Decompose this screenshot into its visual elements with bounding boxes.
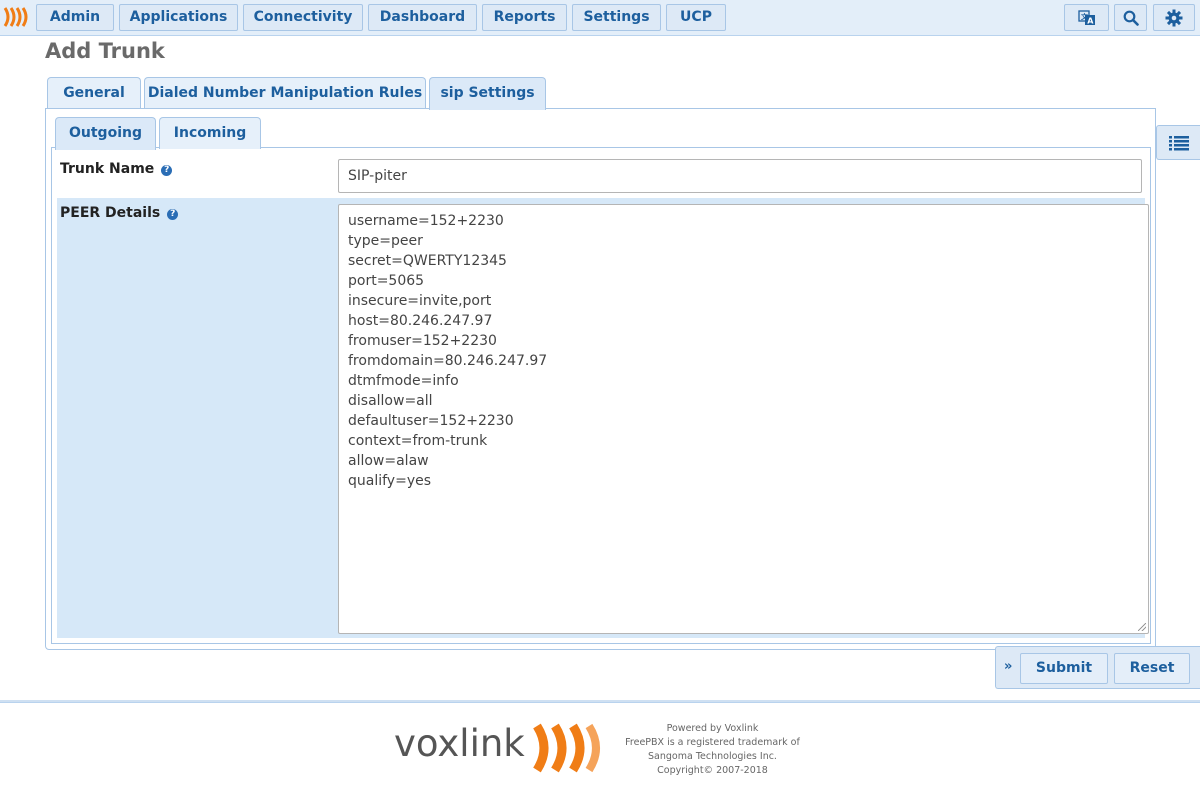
list-icon bbox=[1169, 136, 1189, 151]
peer-details-line: defaultuser=152+2230 bbox=[348, 413, 514, 429]
settings-button[interactable] bbox=[1153, 4, 1195, 31]
page-title: Add Trunk bbox=[45, 39, 165, 63]
resize-handle[interactable] bbox=[1138, 623, 1146, 631]
footer-company: Sangoma Technologies Inc. bbox=[648, 751, 777, 762]
voxlink-logo-icon bbox=[533, 723, 600, 773]
peer-details-line: allow=alaw bbox=[348, 453, 429, 469]
peer-details-line: disallow=all bbox=[348, 393, 433, 409]
action-bar: » Submit Reset bbox=[995, 646, 1200, 689]
nav-reports[interactable]: Reports bbox=[482, 4, 567, 31]
peer-details-line: username=152+2230 bbox=[348, 213, 504, 229]
peer-details-line: type=peer bbox=[348, 233, 423, 249]
peer-details-line: context=from-trunk bbox=[348, 433, 488, 449]
trunk-name-label-text: Trunk Name bbox=[60, 161, 155, 177]
nav-settings[interactable]: Settings bbox=[572, 4, 661, 31]
tab-dialed-number-manipulation-rules[interactable]: Dialed Number Manipulation Rules bbox=[144, 77, 426, 109]
peer-details-line: port=5065 bbox=[348, 273, 425, 289]
peer-details-label: PEER Details? bbox=[60, 205, 179, 221]
voxlink-logo-text: voxlink bbox=[394, 722, 525, 765]
nav-dashboard[interactable]: Dashboard bbox=[368, 4, 477, 31]
footer-info: Powered by Voxlink FreePBX is a register… bbox=[620, 722, 805, 778]
tab-sip-settings[interactable]: sip Settings bbox=[429, 77, 546, 110]
nav-admin[interactable]: Admin bbox=[36, 4, 114, 31]
nav-connectivity[interactable]: Connectivity bbox=[243, 4, 363, 31]
peer-details-line: qualify=yes bbox=[348, 473, 432, 489]
peer-details-line: fromdomain=80.246.247.97 bbox=[348, 353, 548, 369]
nav-ucp[interactable]: UCP bbox=[666, 4, 726, 31]
footer-copyright: Copyright© 2007-2018 bbox=[657, 765, 768, 776]
trunk-name-label: Trunk Name? bbox=[60, 161, 173, 177]
peer-details-textarea[interactable]: username=152+2230 type=peer secret=QWERTY1… bbox=[338, 204, 1149, 634]
help-icon[interactable]: ? bbox=[161, 165, 173, 176]
tab-general[interactable]: General bbox=[47, 77, 141, 109]
double-chevron-right-icon[interactable]: » bbox=[1004, 659, 1012, 674]
tab-incoming[interactable]: Incoming bbox=[159, 117, 261, 149]
peer-details-line: host=80.246.247.97 bbox=[348, 313, 493, 329]
peer-details-line: fromuser=152+2230 bbox=[348, 333, 497, 349]
help-icon[interactable]: ? bbox=[167, 209, 179, 220]
footer-divider bbox=[0, 700, 1200, 703]
language-button[interactable]: 文 A bbox=[1064, 4, 1109, 31]
gear-icon bbox=[1165, 9, 1183, 26]
submit-button[interactable]: Submit bbox=[1020, 653, 1108, 684]
top-nav-bar: Admin Applications Connectivity Dashboar… bbox=[0, 0, 1200, 36]
sidebar-toggle-button[interactable] bbox=[1156, 125, 1200, 160]
freepbx-logo-icon[interactable] bbox=[2, 6, 32, 28]
peer-details-line: insecure=invite,port bbox=[348, 293, 492, 309]
tab-outgoing[interactable]: Outgoing bbox=[55, 117, 156, 150]
trunk-name-input[interactable]: SIP-piter bbox=[338, 159, 1142, 193]
translate-icon: 文 A bbox=[1077, 9, 1095, 25]
footer-powered-by: Powered by Voxlink bbox=[666, 723, 759, 734]
reset-button[interactable]: Reset bbox=[1114, 653, 1190, 684]
peer-details-label-text: PEER Details bbox=[60, 205, 161, 221]
svg-text:A: A bbox=[1087, 16, 1094, 25]
nav-applications[interactable]: Applications bbox=[119, 4, 238, 31]
peer-details-line: dtmfmode=info bbox=[348, 373, 459, 389]
peer-details-line: secret=QWERTY12345 bbox=[348, 253, 507, 269]
search-button[interactable] bbox=[1114, 4, 1147, 31]
footer-trademark: FreePBX is a registered trademark of bbox=[625, 737, 800, 748]
search-icon bbox=[1123, 10, 1139, 26]
